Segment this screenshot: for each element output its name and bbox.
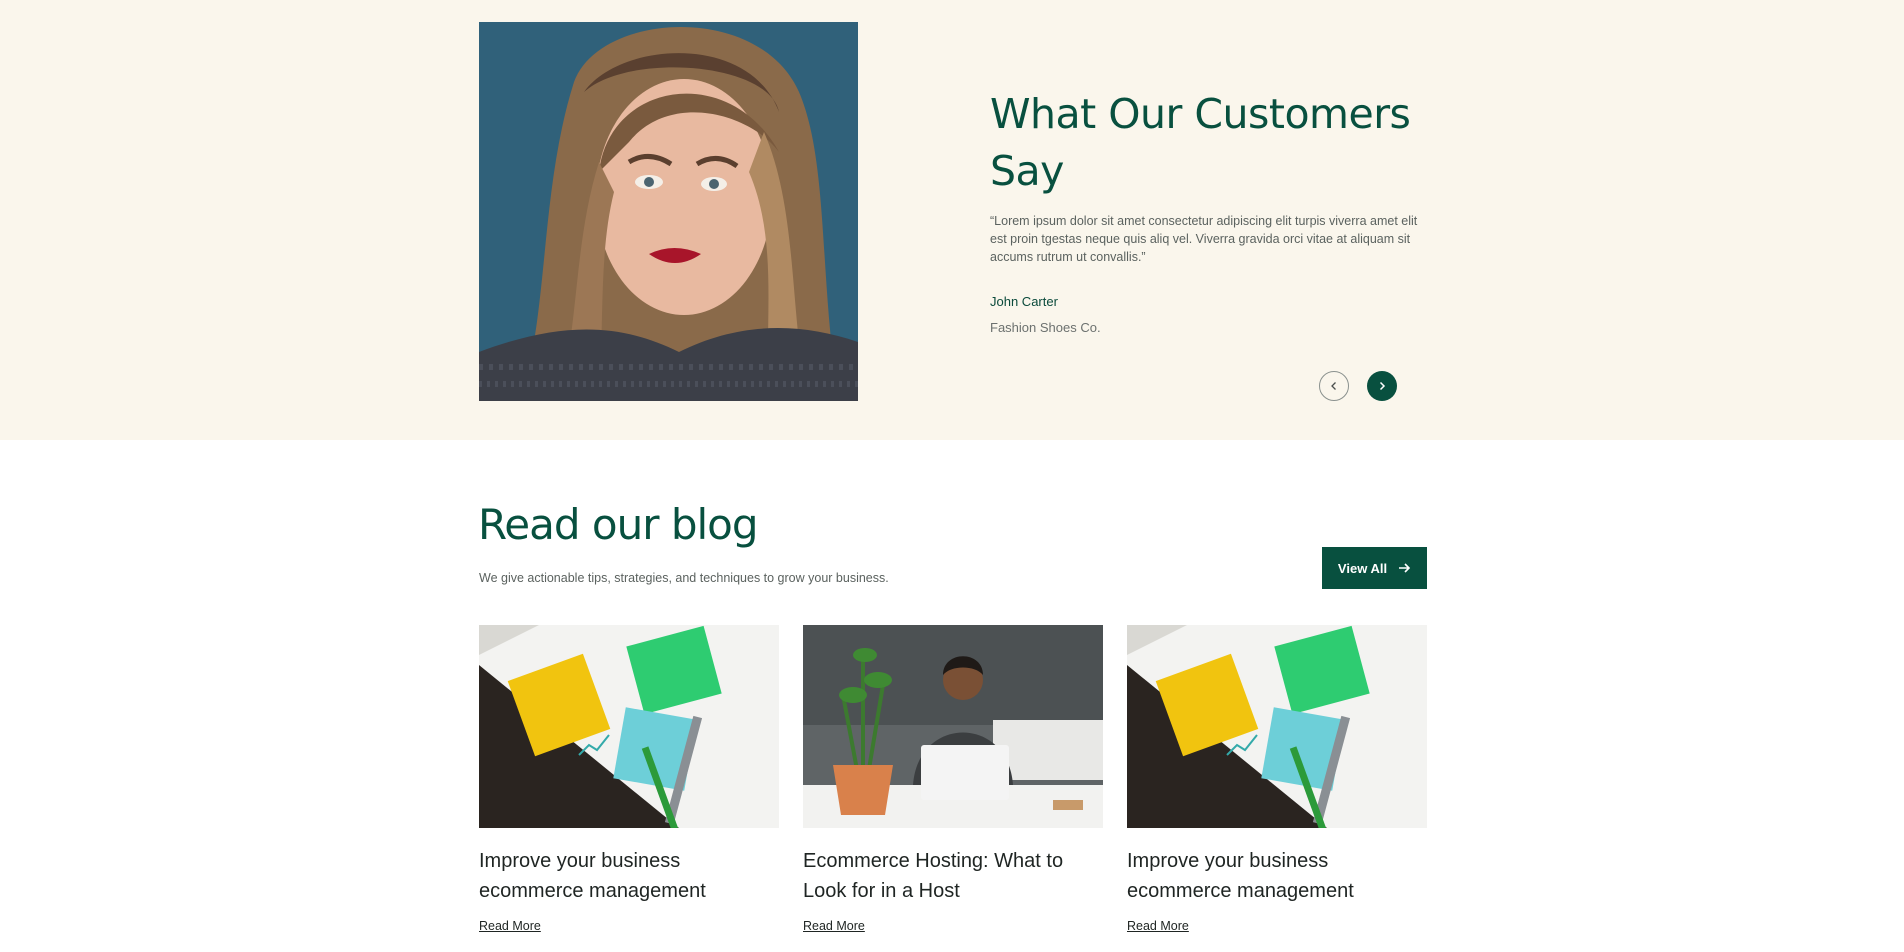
- customer-photo: [479, 22, 858, 401]
- read-more-link[interactable]: Read More: [1127, 919, 1189, 933]
- view-all-label: View All: [1337, 560, 1388, 576]
- testimonial-section: What Our Customers Say “Lorem ipsum dolo…: [0, 0, 1904, 440]
- read-more-link[interactable]: Read More: [479, 919, 541, 933]
- customer-company: Fashion Shoes Co.: [990, 320, 1101, 335]
- blog-card: Improve your business ecommerce manageme…: [479, 625, 779, 935]
- blog-card: Improve your business ecommerce manageme…: [1127, 625, 1427, 935]
- blog-post-title[interactable]: Improve your business ecommerce manageme…: [479, 846, 779, 906]
- previous-testimonial-button[interactable]: [1319, 371, 1349, 401]
- blog-image-man-laptop[interactable]: [803, 625, 1103, 828]
- blog-post-title[interactable]: Improve your business ecommerce manageme…: [1127, 846, 1427, 906]
- customer-name: John Carter: [990, 294, 1058, 309]
- chevron-right-icon: [1379, 381, 1386, 391]
- blog-subtitle: We give actionable tips, strategies, and…: [479, 571, 889, 585]
- testimonial-title: What Our Customers Say: [990, 90, 1411, 195]
- read-more-link[interactable]: Read More: [803, 919, 865, 933]
- blog-title: Read our blog: [478, 500, 759, 549]
- blog-image-sticky-notes[interactable]: [1127, 625, 1427, 828]
- chevron-left-icon: [1331, 382, 1336, 390]
- next-testimonial-button[interactable]: [1367, 371, 1397, 401]
- blog-post-title[interactable]: Ecommerce Hosting: What to Look for in a…: [803, 846, 1103, 906]
- blog-card: Ecommerce Hosting: What to Look for in a…: [803, 625, 1103, 935]
- testimonial-quote: “Lorem ipsum dolor sit amet consectetur …: [990, 214, 1418, 264]
- blog-image-sticky-notes[interactable]: [479, 625, 779, 828]
- arrow-right-icon: [1399, 563, 1411, 573]
- view-all-button[interactable]: View All: [1322, 547, 1427, 589]
